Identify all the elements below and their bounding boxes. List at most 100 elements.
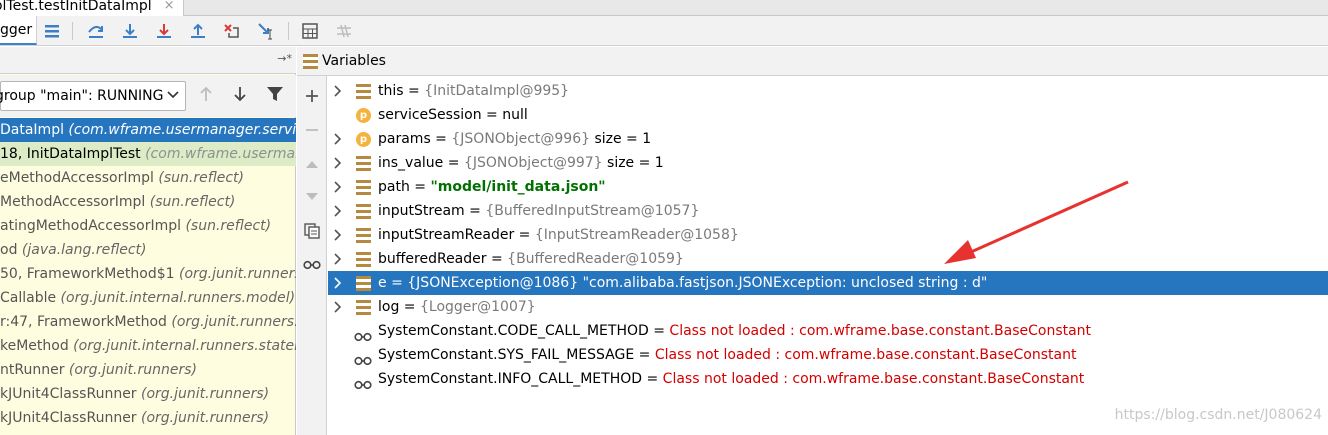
variable-row[interactable]: inputStreamReader = {InputStreamReader@1… bbox=[328, 223, 1328, 247]
frame-method: kJUnit4ClassRunner bbox=[0, 410, 137, 426]
restore-layout-icon[interactable] bbox=[41, 20, 63, 42]
tab-debugger[interactable]: gger bbox=[0, 16, 38, 45]
variable-equals: = bbox=[409, 179, 431, 195]
frame-row[interactable]: 50, FrameworkMethod$1 (org.junit.runners… bbox=[0, 262, 296, 286]
watch-glasses-icon bbox=[354, 326, 372, 342]
variable-row[interactable]: ins_value = {JSONObject@997} size = 1 bbox=[328, 151, 1328, 175]
evaluate-expression-icon[interactable] bbox=[299, 20, 321, 42]
variable-name: SystemConstant.INFO_CALL_METHOD bbox=[378, 371, 643, 387]
frames-panel: →* group "main": RUNNING DataImpl (com.w… bbox=[0, 47, 296, 435]
frame-row[interactable]: MethodAccessorImpl (sun.reflect) bbox=[0, 190, 296, 214]
thread-select-value: group "main": RUNNING bbox=[0, 88, 164, 104]
frame-row[interactable]: kJUnit4ClassRunner (org.junit.runners) bbox=[0, 382, 296, 406]
variable-text: bufferedReader = {BufferedReader@1059} bbox=[378, 247, 684, 271]
frame-method: r:47, FrameworkMethod bbox=[0, 314, 167, 330]
force-step-into-icon[interactable] bbox=[153, 20, 175, 42]
field-icon bbox=[356, 84, 371, 99]
chevron-down-icon bbox=[167, 87, 179, 107]
variable-value: "com.alibaba.fastjson.JSONException: unc… bbox=[578, 275, 988, 291]
variable-row[interactable]: p serviceSession = null bbox=[328, 103, 1328, 127]
watches-glasses-icon[interactable] bbox=[301, 254, 323, 276]
variable-name: inputStream bbox=[378, 203, 465, 219]
variable-reference: {JSONObject@996} bbox=[451, 131, 591, 147]
field-icon bbox=[356, 228, 371, 243]
variable-value: size = 1 bbox=[590, 131, 652, 147]
variable-equals: = bbox=[430, 131, 452, 147]
variable-equals: = bbox=[514, 227, 535, 243]
frame-method: od bbox=[0, 242, 18, 258]
variable-equals: = bbox=[634, 347, 655, 363]
variable-reference: {BufferedReader@1059} bbox=[507, 251, 684, 267]
run-to-cursor-icon[interactable] bbox=[255, 20, 277, 42]
watch-glasses-icon bbox=[354, 350, 372, 366]
arrow-down-icon[interactable] bbox=[232, 85, 248, 107]
frame-method: kJUnit4ClassRunner bbox=[0, 386, 137, 402]
frame-row[interactable]: ntRunner (org.junit.runners) bbox=[0, 358, 296, 382]
step-out-icon[interactable] bbox=[187, 20, 209, 42]
frame-row[interactable]: Callable (org.junit.internal.runners.mod… bbox=[0, 286, 296, 310]
variable-name: ins_value bbox=[378, 155, 444, 171]
frame-row[interactable]: DataImpl (com.wframe.usermanager.service… bbox=[0, 118, 296, 142]
frame-package: (org.junit.internal.runners.stateme bbox=[68, 338, 296, 354]
step-into-icon[interactable] bbox=[119, 20, 141, 42]
trace-stream-icon[interactable] bbox=[333, 20, 355, 42]
editor-tab-strip: mplTest.testInitDataImpl × bbox=[0, 0, 1328, 16]
variable-value: Class not loaded : com.wframe.base.const… bbox=[669, 323, 1092, 339]
frame-method: atingMethodAccessorImpl bbox=[0, 218, 182, 234]
frame-row[interactable]: 18, InitDataImplTest (com.wframe.userman… bbox=[0, 142, 296, 166]
variable-row[interactable]: e = {JSONException@1086} "com.alibaba.fa… bbox=[328, 271, 1328, 295]
field-icon bbox=[356, 180, 371, 195]
variable-row[interactable]: log = {Logger@1007} bbox=[328, 295, 1328, 319]
frame-package: (org.junit.internal.runners.model) bbox=[56, 290, 296, 306]
watermark: https://blog.csdn.net/J080624 bbox=[1114, 407, 1322, 423]
variable-text: this = {InitDataImpl@995} bbox=[378, 79, 569, 103]
frame-method: MethodAccessorImpl bbox=[0, 194, 146, 210]
frame-package: (org.junit.runners) bbox=[136, 386, 270, 402]
move-down-icon[interactable] bbox=[301, 186, 323, 208]
frame-method: Callable bbox=[0, 290, 57, 306]
pin-icon[interactable]: →* bbox=[277, 52, 292, 65]
variable-reference: {BufferedInputStream@1057} bbox=[485, 203, 700, 219]
variable-row[interactable]: SystemConstant.INFO_CALL_METHOD = Class … bbox=[328, 367, 1328, 391]
field-icon bbox=[356, 300, 371, 315]
variable-text: e = {JSONException@1086} "com.alibaba.fa… bbox=[378, 271, 987, 295]
frame-method: 18, InitDataImplTest bbox=[0, 146, 141, 162]
variable-value: Class not loaded : com.wframe.base.const… bbox=[654, 347, 1077, 363]
filter-icon[interactable] bbox=[266, 86, 284, 106]
drop-frame-icon[interactable] bbox=[221, 20, 243, 42]
variable-name: e bbox=[378, 275, 387, 291]
frame-package: (sun.reflect) bbox=[181, 218, 272, 234]
variable-row[interactable]: path = "model/init_data.json" bbox=[328, 175, 1328, 199]
remove-watch-icon[interactable] bbox=[301, 119, 323, 141]
add-watch-icon[interactable] bbox=[301, 85, 323, 107]
variable-equals: = bbox=[443, 155, 464, 171]
variable-row[interactable]: SystemConstant.CODE_CALL_METHOD = Class … bbox=[328, 319, 1328, 343]
variable-reference: {InputStreamReader@1058} bbox=[534, 227, 739, 243]
arrow-up-icon[interactable] bbox=[198, 85, 214, 107]
frame-row[interactable]: atingMethodAccessorImpl (sun.reflect) bbox=[0, 214, 296, 238]
variable-row[interactable]: SystemConstant.SYS_FAIL_MESSAGE = Class … bbox=[328, 343, 1328, 367]
frame-row[interactable]: kJUnit4ClassRunner (org.junit.runners) bbox=[0, 406, 296, 430]
thread-select[interactable]: group "main": RUNNING bbox=[0, 81, 186, 111]
close-icon[interactable]: × bbox=[164, 0, 175, 13]
frame-row[interactable]: eMethodAccessorImpl (sun.reflect) bbox=[0, 166, 296, 190]
variable-row[interactable]: this = {InitDataImpl@995} bbox=[328, 79, 1328, 103]
parameter-icon: p bbox=[356, 108, 371, 123]
tab-test-run[interactable]: mplTest.testInitDataImpl × bbox=[0, 0, 184, 16]
step-over-icon[interactable] bbox=[85, 20, 107, 42]
variable-value: Class not loaded : com.wframe.base.const… bbox=[662, 371, 1085, 387]
variable-row[interactable]: inputStream = {BufferedInputStream@1057} bbox=[328, 199, 1328, 223]
frame-row[interactable]: od (java.lang.reflect) bbox=[0, 238, 296, 262]
variable-row[interactable]: bufferedReader = {BufferedReader@1059} bbox=[328, 247, 1328, 271]
frame-package: (com.wframe.usermanager.services. bbox=[68, 122, 296, 138]
frame-package: (sun.reflect) bbox=[145, 194, 236, 210]
watch-glasses-icon bbox=[354, 374, 372, 390]
move-up-icon[interactable] bbox=[301, 153, 323, 175]
variable-row[interactable]: p params = {JSONObject@996} size = 1 bbox=[328, 127, 1328, 151]
frame-row[interactable]: keMethod (org.junit.internal.runners.sta… bbox=[0, 334, 296, 358]
variables-header: Variables bbox=[297, 47, 1328, 76]
variable-name: this bbox=[378, 83, 404, 99]
field-icon bbox=[356, 276, 371, 291]
copy-icon[interactable] bbox=[301, 220, 323, 242]
frame-row[interactable]: r:47, FrameworkMethod (org.junit.runners… bbox=[0, 310, 296, 334]
